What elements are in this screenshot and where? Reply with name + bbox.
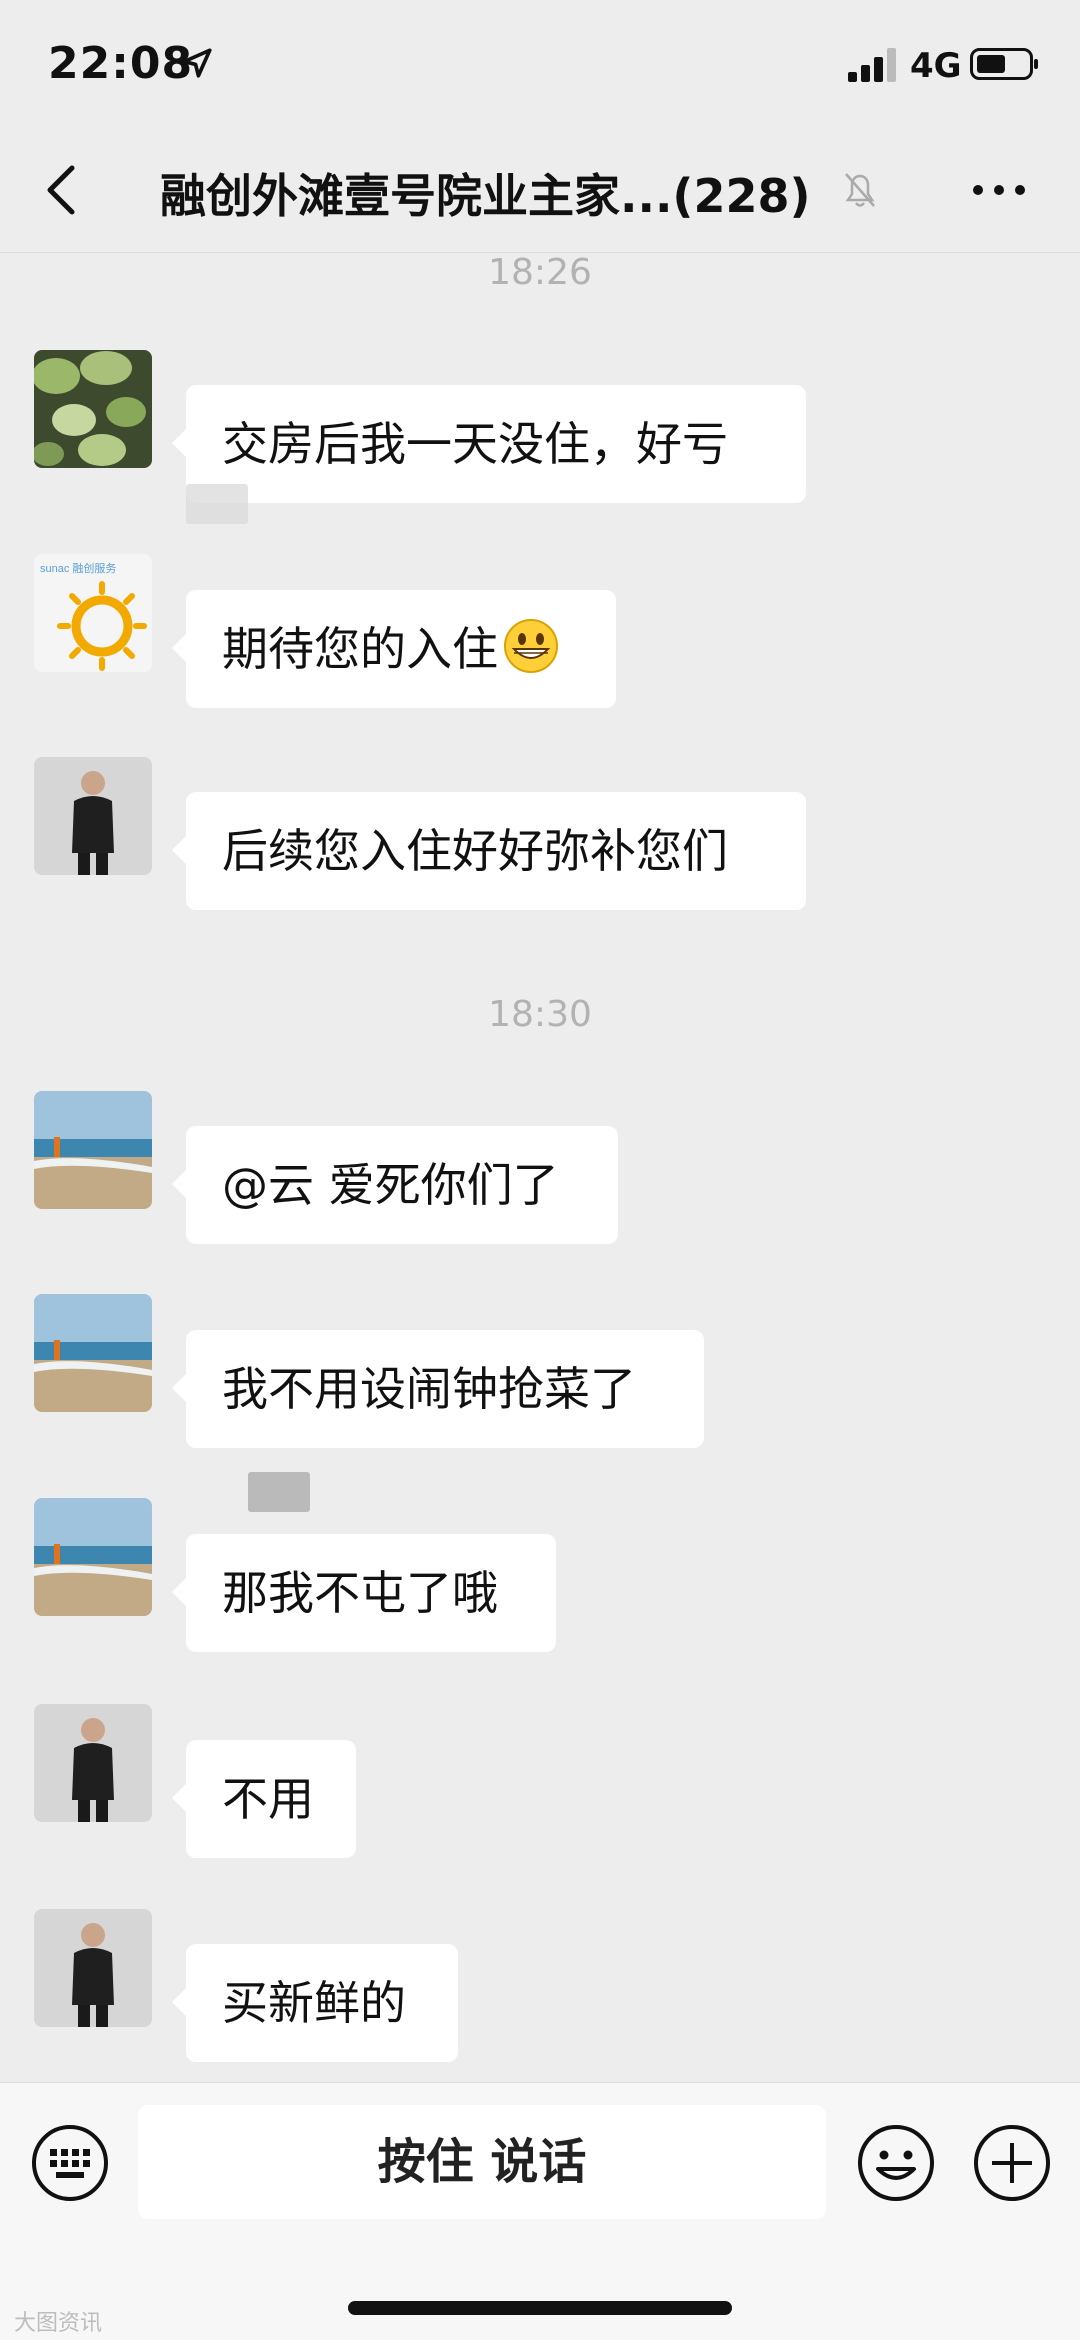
plus-icon[interactable] xyxy=(972,2123,1052,2203)
message-bubble[interactable]: 后续您入住好好弥补您们 xyxy=(172,792,806,910)
avatar[interactable] xyxy=(34,1294,152,1412)
message-text: 后续您入住好好弥补您们 xyxy=(222,824,728,878)
input-bar: 按住 说话 大图资讯 xyxy=(0,2082,1080,2340)
message-text: 买新鲜的 xyxy=(222,1976,406,2030)
home-indicator xyxy=(348,2301,732,2315)
avatar-sunac-service[interactable]: sunac 融创服务 xyxy=(34,554,152,672)
message-bubble[interactable]: @云 爱死你们了 xyxy=(172,1126,618,1244)
message-text: 那我不屯了哦 xyxy=(222,1566,498,1620)
message-bubble[interactable]: 买新鲜的 xyxy=(172,1944,458,2062)
message-text: @云 爱死你们了 xyxy=(222,1158,559,1212)
more-options-icon[interactable] xyxy=(970,172,1028,208)
battery-icon xyxy=(970,48,1038,80)
location-arrow-icon xyxy=(182,48,212,78)
emoji-icon[interactable] xyxy=(856,2123,936,2203)
mute-bell-icon xyxy=(845,173,875,207)
timestamp: 18:26 xyxy=(488,252,592,293)
message-bubble[interactable]: 不用 xyxy=(172,1740,356,1858)
message-bubble[interactable]: 期待您的入住 xyxy=(172,590,616,708)
chat-header: 融创外滩壹号院业主家...(228) xyxy=(0,130,1080,253)
keyboard-toggle-icon[interactable] xyxy=(30,2123,110,2203)
status-bar: 22:08 4G xyxy=(0,0,1080,130)
sender-name-redacted xyxy=(248,1472,310,1512)
message-text: 期待您的入住 xyxy=(222,622,498,676)
message-text: 我不用设闹钟抢菜了 xyxy=(222,1362,636,1416)
avatar[interactable] xyxy=(34,1909,152,2027)
signal-icon xyxy=(848,48,896,82)
avatar[interactable] xyxy=(34,1704,152,1822)
hold-to-talk-button[interactable]: 按住 说话 xyxy=(138,2105,826,2219)
message-text: 不用 xyxy=(222,1772,314,1826)
message-list[interactable]: 18:26 交房后我一天没住，好亏 sunac 融创服务 期待您的入住 后续您入… xyxy=(0,252,1080,2082)
network-type: 4G xyxy=(910,46,962,86)
sender-name-redacted xyxy=(186,484,248,524)
avatar[interactable] xyxy=(34,350,152,468)
timestamp: 18:30 xyxy=(488,994,592,1035)
back-arrow-icon[interactable] xyxy=(42,160,82,220)
avatar[interactable] xyxy=(34,1091,152,1209)
status-time: 22:08 xyxy=(48,38,194,89)
message-bubble[interactable]: 交房后我一天没住，好亏 xyxy=(172,385,806,503)
avatar[interactable] xyxy=(34,1498,152,1616)
watermark: 大图资讯 xyxy=(14,2311,103,2336)
message-bubble[interactable]: 我不用设闹钟抢菜了 xyxy=(172,1330,704,1448)
chat-title[interactable]: 融创外滩壹号院业主家...(228) xyxy=(160,160,811,226)
message-text: 交房后我一天没住，好亏 xyxy=(222,417,728,471)
message-bubble[interactable]: 那我不屯了哦 xyxy=(172,1534,556,1652)
sunac-logo-text: sunac 融创服务 xyxy=(40,562,116,575)
grinning-face-emoji-icon xyxy=(504,619,558,673)
avatar[interactable] xyxy=(34,757,152,875)
